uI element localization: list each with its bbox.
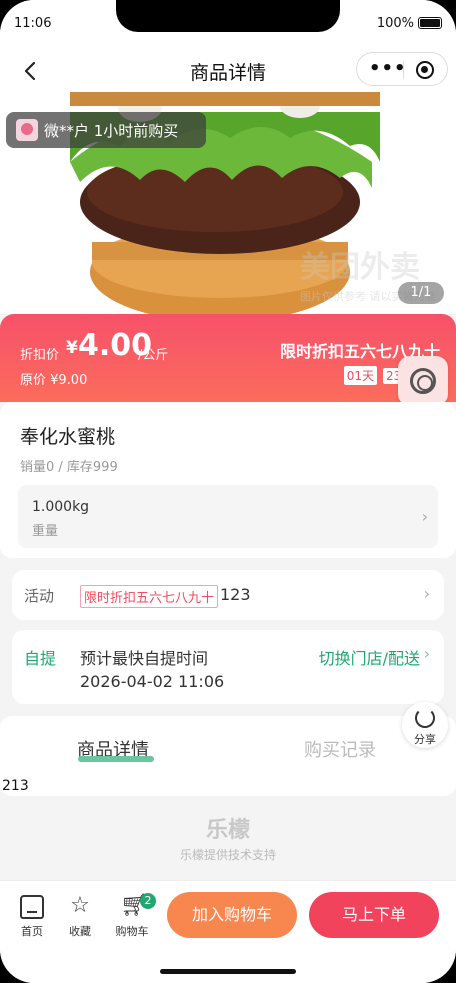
chevron-right-icon: › [421,507,428,526]
share-label: 分享 [414,733,436,746]
home-indicator [160,969,296,974]
pickup-label: 自提 [24,649,57,668]
close-target-icon[interactable] [416,61,434,79]
spec-selector[interactable]: 1.000kg 重量 › [18,485,438,548]
tabbar-home[interactable]: 首页 [10,895,54,939]
notch [116,0,340,32]
countdown-days: 01天 [343,366,378,385]
sales-stock: 销量0 / 库存999 [20,460,118,475]
nav-bar: 商品详情 ••• [0,50,456,92]
original-price: 原价 ¥9.00 [20,373,88,388]
price-banner: 折扣价 ¥ 4.00 /公斤 原价 ¥9.00 限时折扣五六七八九十 01天 2… [0,314,456,402]
pickup-title: 预计最快自提时间 [80,649,209,668]
capsule-divider [403,61,404,79]
buyer-avatar [16,119,38,141]
star-icon: ☆ [70,893,90,918]
status-time: 11:06 [14,16,52,31]
active-tab-underline [78,756,154,762]
switch-store-link[interactable]: 切换门店/配送 [319,645,420,669]
chevron-right-icon: › [423,584,430,603]
product-info-card: 奉化水蜜桃 销量0 / 库存999 1.000kg 重量 › [0,402,456,558]
price-unit: /公斤 [138,348,169,363]
cart-count-badge: 2 [140,893,156,909]
phone-screen: 11:06 100% 商品详情 ••• 美团外卖 图片仅供参考 请以实物为准 微… [0,0,456,983]
battery-percent: 100% [376,16,414,31]
share-button[interactable]: 分享 [402,702,448,748]
product-image[interactable]: 美团外卖 图片仅供参考 请以实物为准 微**户 1小时前购买 1/1 [0,92,456,314]
buyer-notice-text: 微**户 1小时前购买 [44,121,179,140]
brand-support-text: 乐檬提供技术支持 [179,848,276,862]
activity-value: 123 [220,585,251,604]
bottom-action-bar: 首页 ☆ 收藏 🛒︎ 购物车 2 加入购物车 马上下单 [0,880,456,983]
image-counter: 1/1 [398,282,444,304]
service-icon[interactable] [398,356,448,406]
spec-value: 1.000kg [32,499,90,515]
more-icon[interactable]: ••• [369,60,407,78]
discount-price-label: 折扣价 [20,348,60,363]
activity-row[interactable]: 活动 限时折扣五六七八九十 123 › [12,570,444,620]
pickup-datetime: 2026-04-02 11:06 [80,672,225,691]
pickup-card: 自提 预计最快自提时间 2026-04-02 11:06 切换门店/配送 › [12,630,444,704]
add-to-cart-button[interactable]: 加入购物车 [167,892,297,938]
spec-label: 重量 [32,524,59,539]
cart-label: 购物车 [115,925,149,938]
miniapp-capsule: ••• [356,52,448,86]
watermark: 美团外卖 [300,250,420,285]
home-label: 首页 [21,925,43,938]
brand-logo: 乐檬 [205,818,250,843]
share-icon [415,708,435,728]
tab-purchase-records[interactable]: 购买记录 [304,736,376,762]
chevron-right-icon: › [423,644,430,663]
tabbar-favorite[interactable]: ☆ 收藏 [58,895,102,939]
detail-tabs: 商品详情 购买记录 [0,716,456,796]
home-icon [20,895,44,919]
recent-buyer-notice: 微**户 1小时前购买 [6,112,207,148]
activity-tag: 限时折扣五六七八九十 [80,585,219,608]
activity-label: 活动 [24,587,55,605]
product-name: 奉化水蜜桃 [20,426,116,448]
buy-now-button[interactable]: 马上下单 [309,892,439,938]
currency-symbol: ¥ [66,338,78,358]
battery-icon [418,17,442,29]
detail-content: 213 [2,778,29,794]
status-bar: 11:06 100% [0,0,456,50]
favorite-label: 收藏 [69,925,91,938]
